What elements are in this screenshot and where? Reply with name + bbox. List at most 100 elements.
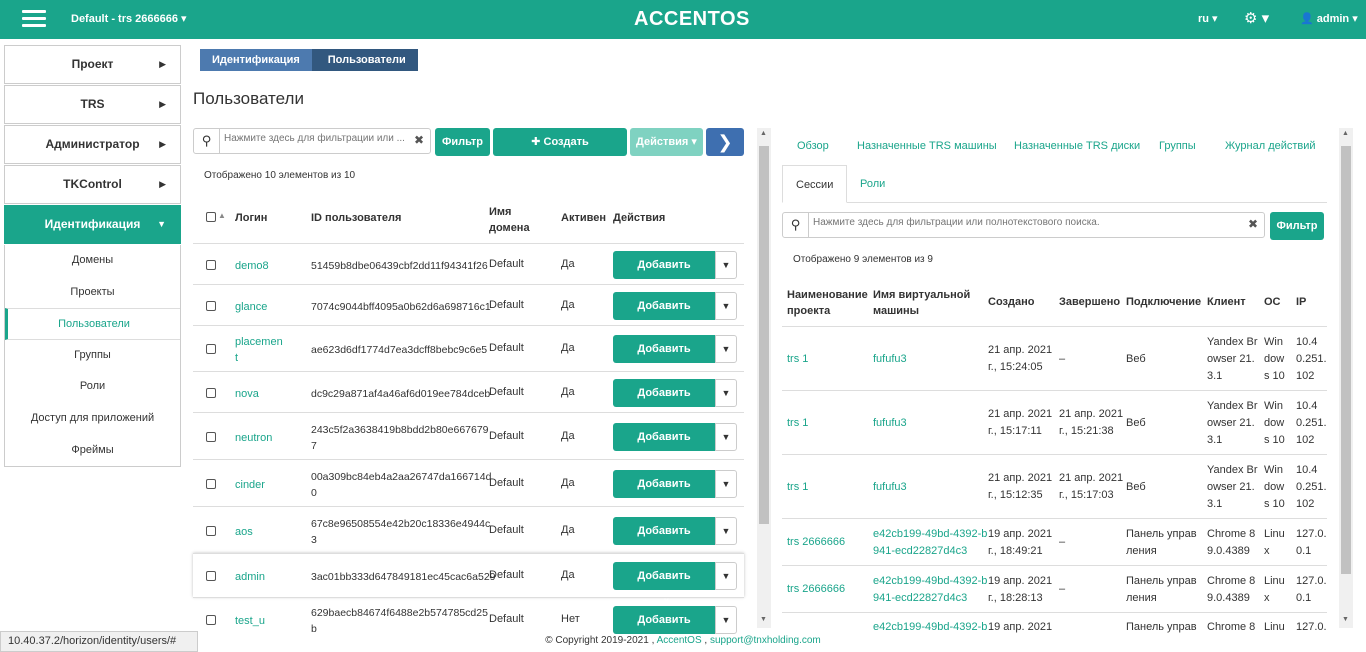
col-login[interactable]: Логин bbox=[235, 212, 267, 224]
row-checkbox[interactable] bbox=[206, 300, 216, 311]
col-vm-name[interactable]: Имя виртуальной машины bbox=[873, 287, 970, 319]
language-switcher[interactable]: ru ▾ bbox=[1198, 12, 1218, 25]
create-user-button[interactable]: ✚ Создать пользователя bbox=[493, 128, 627, 176]
user-login-link[interactable]: cinder bbox=[235, 477, 265, 493]
scroll-down-icon[interactable]: ▼ bbox=[760, 616, 767, 623]
users-scrollbar[interactable]: ▲ ▼ bbox=[757, 128, 771, 628]
col-ended[interactable]: Завершено bbox=[1059, 296, 1120, 308]
row-actions-caret-icon[interactable]: ▼ bbox=[715, 291, 737, 320]
next-arrow-button[interactable]: ❯ bbox=[706, 128, 744, 156]
select-all-checkbox[interactable] bbox=[206, 212, 216, 222]
row-actions-caret-icon[interactable]: ▼ bbox=[715, 422, 737, 451]
subtab-roles[interactable]: Роли bbox=[860, 165, 885, 203]
breadcrumb-identity[interactable]: Идентификация bbox=[200, 49, 312, 71]
row-checkbox[interactable] bbox=[206, 478, 216, 489]
session-project-link[interactable]: trs 1 bbox=[787, 479, 808, 496]
session-project-link[interactable]: trs 1 bbox=[787, 351, 808, 368]
user-login-link[interactable]: demo8 bbox=[235, 258, 269, 274]
row-actions-caret-icon[interactable]: ▼ bbox=[715, 606, 737, 634]
col-client[interactable]: Клиент bbox=[1207, 296, 1246, 308]
sidebar-item-admin[interactable]: Администратор ▶ bbox=[4, 125, 181, 164]
settings-gear-icon[interactable]: ⚙ ▾ bbox=[1244, 9, 1269, 27]
row-checkbox[interactable] bbox=[206, 344, 216, 354]
col-domain[interactable]: Имя домена bbox=[489, 204, 530, 236]
col-active[interactable]: Активен bbox=[561, 212, 606, 224]
add-frames-button[interactable]: Добавить Фреймы bbox=[613, 606, 715, 652]
user-menu[interactable]: 👤 admin ▾ bbox=[1300, 12, 1358, 25]
tab-trs-machines[interactable]: Назначенные TRS машины bbox=[857, 140, 997, 152]
row-actions-caret-icon[interactable]: ▼ bbox=[715, 516, 737, 545]
sessions-filter-button[interactable]: Фильтр bbox=[1270, 212, 1324, 240]
row-actions-caret-icon[interactable]: ▼ bbox=[715, 469, 737, 498]
user-login-link[interactable]: neutron bbox=[235, 430, 272, 446]
session-vm-link[interactable]: e42cb199-49bd-4392-b 941-ecd22827d4c3 bbox=[873, 526, 987, 560]
scrollbar-thumb[interactable] bbox=[759, 146, 769, 524]
user-login-link[interactable]: aos bbox=[235, 524, 253, 540]
tab-groups[interactable]: Группы bbox=[1159, 140, 1196, 152]
brand-link[interactable]: AccentOS bbox=[657, 635, 702, 646]
add-frames-button[interactable]: Добавить Фреймы bbox=[613, 378, 715, 427]
tab-overview[interactable]: Обзор bbox=[797, 140, 829, 152]
clear-icon[interactable]: ✖ bbox=[414, 133, 424, 147]
col-ip[interactable]: IP bbox=[1296, 296, 1306, 308]
add-frames-button[interactable]: Добавить Фреймы bbox=[613, 335, 715, 383]
sidebar-item-trs[interactable]: TRS ▶ bbox=[4, 85, 181, 124]
row-actions-caret-icon[interactable]: ▼ bbox=[715, 378, 737, 407]
add-frames-button[interactable]: Добавить Фреймы bbox=[613, 516, 715, 565]
sidebar-subitem-domains[interactable]: Домены bbox=[5, 245, 180, 277]
sidebar-subitem-projects[interactable]: Проекты bbox=[5, 277, 180, 309]
clear-icon[interactable]: ✖ bbox=[1248, 217, 1258, 231]
user-login-link[interactable]: admin bbox=[235, 569, 265, 585]
sidebar-subitem-frames[interactable]: Фреймы bbox=[5, 435, 180, 467]
user-login-link[interactable]: nova bbox=[235, 386, 259, 402]
actions-dropdown[interactable]: Действия ▾ bbox=[630, 128, 703, 156]
users-search-input[interactable] bbox=[224, 133, 404, 144]
sidebar-item-tkcontrol[interactable]: TKControl ▶ bbox=[4, 165, 181, 204]
tab-action-log[interactable]: Журнал действий bbox=[1225, 140, 1316, 152]
user-login-link[interactable]: test_u bbox=[235, 613, 265, 629]
users-filter-button[interactable]: Фильтр bbox=[435, 128, 490, 156]
sort-asc-icon[interactable]: ▲ bbox=[218, 211, 226, 220]
support-email-link[interactable]: support@tnxholding.com bbox=[710, 635, 821, 646]
row-actions-caret-icon[interactable]: ▼ bbox=[715, 250, 737, 279]
row-checkbox[interactable] bbox=[206, 387, 216, 398]
sidebar-subitem-users[interactable]: Пользователи bbox=[5, 308, 180, 340]
add-frames-button[interactable]: Добавить Фреймы bbox=[613, 422, 715, 471]
sessions-scrollbar[interactable]: ▲ ▼ bbox=[1339, 128, 1353, 628]
session-project-link[interactable]: trs 2666666 bbox=[787, 534, 845, 551]
session-vm-link[interactable]: e42cb199-49bd-4392-b 941-ecd22827d4c3 bbox=[873, 573, 987, 607]
add-frames-button[interactable]: Добавить Фреймы bbox=[613, 469, 715, 518]
col-user-id[interactable]: ID пользователя bbox=[311, 212, 401, 224]
col-connection[interactable]: Подключение bbox=[1126, 296, 1201, 308]
session-vm-link[interactable]: fufufu3 bbox=[873, 351, 907, 368]
row-checkbox[interactable] bbox=[206, 571, 216, 581]
add-frames-button[interactable]: Добавить Фреймы bbox=[613, 562, 715, 610]
row-checkbox[interactable] bbox=[206, 615, 216, 625]
row-actions-caret-icon[interactable]: ▼ bbox=[715, 335, 737, 363]
scrollbar-thumb[interactable] bbox=[1341, 146, 1351, 574]
scroll-down-icon[interactable]: ▼ bbox=[1342, 616, 1349, 623]
row-actions-caret-icon[interactable]: ▼ bbox=[715, 562, 737, 590]
sidebar-item-identity[interactable]: Идентификация ▼ bbox=[4, 205, 181, 244]
sidebar-subitem-roles[interactable]: Роли bbox=[5, 371, 180, 403]
sidebar-subitem-groups[interactable]: Группы bbox=[5, 340, 180, 372]
hamburger-menu-icon[interactable] bbox=[22, 10, 46, 28]
sidebar-subitem-app-access[interactable]: Доступ для приложений bbox=[5, 403, 180, 435]
subtab-sessions[interactable]: Сессии bbox=[782, 165, 848, 203]
user-login-link[interactable]: placemen t bbox=[235, 334, 283, 366]
add-frames-button[interactable]: Добавить Фреймы bbox=[613, 291, 715, 340]
session-project-link[interactable]: trs 1 bbox=[787, 415, 808, 432]
col-project-name[interactable]: Наименование проекта bbox=[787, 287, 868, 319]
session-project-link[interactable]: trs 2666666 bbox=[787, 581, 845, 598]
row-checkbox[interactable] bbox=[206, 259, 216, 270]
add-frames-button[interactable]: Добавить Фреймы bbox=[613, 250, 715, 299]
user-login-link[interactable]: glance bbox=[235, 299, 267, 315]
session-vm-link[interactable]: fufufu3 bbox=[873, 479, 907, 496]
row-checkbox[interactable] bbox=[206, 431, 216, 442]
row-checkbox[interactable] bbox=[206, 525, 216, 536]
scroll-up-icon[interactable]: ▲ bbox=[1342, 130, 1349, 137]
sidebar-item-project[interactable]: Проект ▶ bbox=[4, 45, 181, 84]
sessions-search-input[interactable] bbox=[813, 217, 1233, 228]
tab-trs-disks[interactable]: Назначенные TRS диски bbox=[1014, 140, 1140, 152]
col-os[interactable]: ОС bbox=[1264, 296, 1281, 308]
